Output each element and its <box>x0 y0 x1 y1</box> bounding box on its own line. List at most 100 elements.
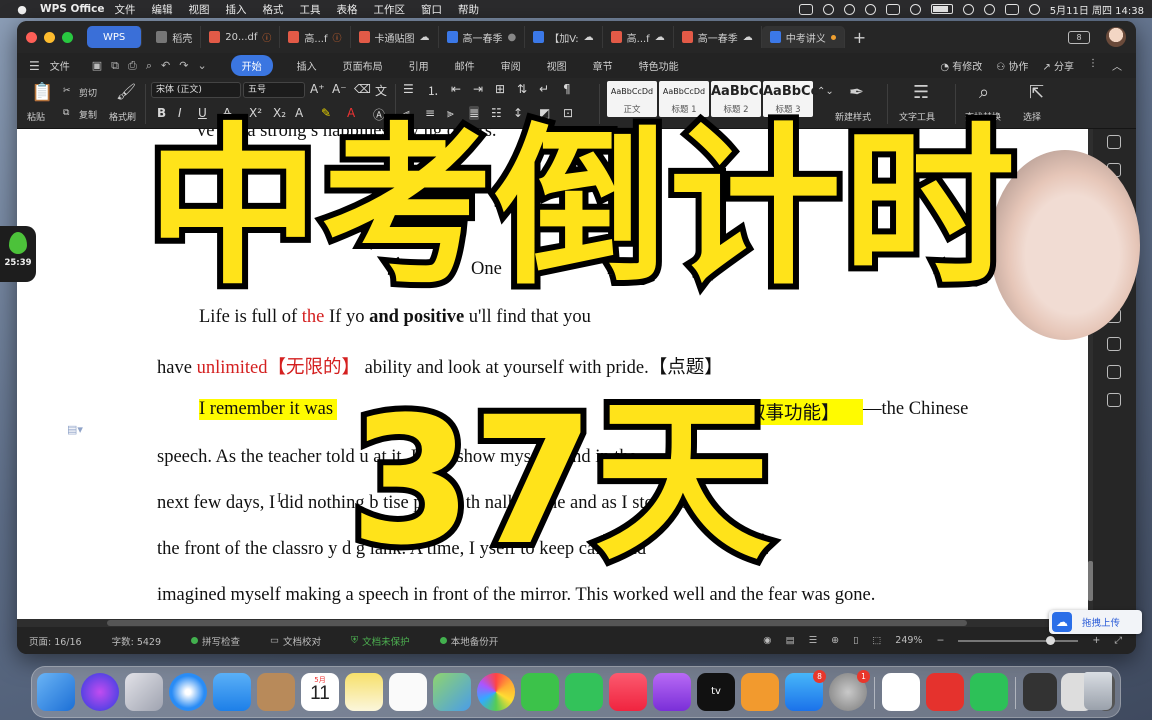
window-count-icon[interactable]: 8 <box>1068 30 1090 44</box>
music-icon[interactable] <box>609 673 647 711</box>
apple-icon[interactable]: ● <box>14 3 30 16</box>
control-center-icon[interactable] <box>1004 3 1019 15</box>
page-counter[interactable]: 页面: 16/16 <box>29 634 82 648</box>
zoom-slider[interactable] <box>958 635 1079 645</box>
recent-window-thumbnail[interactable] <box>1023 673 1057 711</box>
tab-view[interactable]: 视图 <box>547 58 567 73</box>
copy-icon[interactable]: ⧉ <box>63 108 69 118</box>
books-icon[interactable] <box>741 673 779 711</box>
calendar-icon[interactable]: 5月 11 <box>301 673 339 711</box>
collapse-ribbon-icon[interactable]: ︿ <box>1112 58 1122 73</box>
hamburger-menu-icon[interactable]: ☰ <box>29 59 40 73</box>
wechat-icon[interactable] <box>970 673 1008 711</box>
tab-doc-active[interactable]: 中考讲义 <box>761 26 845 48</box>
tab-page-layout[interactable]: 页面布局 <box>343 58 383 73</box>
notes-icon[interactable] <box>345 673 383 711</box>
menu-item-format[interactable]: 格式 <box>262 2 283 17</box>
facetime-icon[interactable] <box>565 673 603 711</box>
menu-item-view[interactable]: 视图 <box>188 2 209 17</box>
tab-wps-home[interactable]: WPS <box>87 26 143 48</box>
wifi-icon[interactable] <box>962 3 974 15</box>
word-count[interactable]: 字数: 5429 <box>112 634 161 648</box>
numbering-icon[interactable]: ⒈ <box>427 82 439 99</box>
siri-icon[interactable] <box>1028 3 1040 15</box>
tab-pdf-4[interactable]: 高...f ☁ <box>603 26 674 48</box>
apple-tv-icon[interactable]: tv <box>697 673 735 711</box>
indent-icon[interactable]: ⇥ <box>473 82 483 96</box>
baidu-netdisk-icon[interactable] <box>882 673 920 711</box>
format-painter-icon[interactable]: 🖌 <box>116 82 136 101</box>
wps-office-icon[interactable] <box>926 673 964 711</box>
print-icon[interactable]: ⎙ <box>128 59 137 73</box>
paste-icon[interactable]: 📋 <box>31 82 53 103</box>
tab-references[interactable]: 引用 <box>409 58 429 73</box>
modified-status-button[interactable]: ◔ 有修改 <box>940 58 982 73</box>
battery-icon[interactable] <box>930 4 953 14</box>
horizontal-scrollbar[interactable] <box>17 619 1093 627</box>
styles-scroll-icon[interactable]: ⌃⌄ <box>817 86 834 97</box>
font-size-select[interactable]: 五号 <box>243 82 305 98</box>
drag-upload-button[interactable]: ☁ 拖拽上传 <box>1049 610 1142 634</box>
close-window-button[interactable] <box>26 31 37 43</box>
avatar[interactable] <box>1106 27 1126 47</box>
zoom-window-button[interactable] <box>62 31 73 43</box>
tab-pdf-3[interactable]: 卡通贴图 ☁ <box>351 26 439 48</box>
maps-icon[interactable] <box>433 673 471 711</box>
menu-item-tools[interactable]: 工具 <box>299 2 320 17</box>
history-icon[interactable] <box>1107 393 1121 407</box>
safari-icon[interactable] <box>169 673 207 711</box>
paragraph-icon[interactable]: ¶ <box>563 82 571 96</box>
export-icon[interactable]: ⧉ <box>111 59 119 73</box>
tab-pdf-1[interactable]: 20...df ⓘ <box>201 26 281 48</box>
new-tab-plus-icon[interactable]: + <box>853 28 866 47</box>
pomodoro-timer-widget[interactable]: 25:39 <box>0 226 36 282</box>
launchpad-icon[interactable] <box>125 673 163 711</box>
redo-icon[interactable]: ↷ <box>179 59 188 73</box>
pinyin-icon[interactable]: 文 <box>375 82 387 99</box>
page-view-icon[interactable]: ▤ <box>786 635 795 646</box>
reminders-icon[interactable] <box>389 673 427 711</box>
new-style-icon[interactable]: ✒ <box>849 82 864 103</box>
finder-icon[interactable] <box>37 673 75 711</box>
collaborate-button[interactable]: ⚇ 协作 <box>996 58 1028 73</box>
cursor-select-icon[interactable]: ⇱ <box>1029 82 1044 103</box>
horizontal-scroll-thumb[interactable] <box>107 620 967 626</box>
paste-label[interactable]: 粘贴 <box>27 110 45 123</box>
panel-toggle-icon[interactable] <box>1107 135 1121 149</box>
sort-icon[interactable]: ⇅ <box>517 82 527 96</box>
tab-chapter[interactable]: 章节 <box>593 58 613 73</box>
paragraph-marker-icon[interactable]: ▤▾ <box>67 423 83 436</box>
proofread-status[interactable]: ▭ 文档校对 <box>270 634 321 648</box>
more-icon[interactable]: ⋮ <box>1088 58 1098 73</box>
bluetooth-icon[interactable] <box>909 3 921 15</box>
zoom-out-icon[interactable]: − <box>936 635 944 646</box>
menu-bar-clock[interactable]: 5月11日 周四 14:38 <box>1050 2 1144 17</box>
menu-item-edit[interactable]: 编辑 <box>151 2 172 17</box>
scissors-icon[interactable]: ✂ <box>63 86 71 96</box>
undo-icon[interactable]: ↶ <box>161 59 170 73</box>
outline-view-icon[interactable]: ☰ <box>809 635 818 646</box>
read-view-icon[interactable]: ▯ <box>853 635 858 646</box>
show-marks-icon[interactable]: ↵ <box>539 82 549 96</box>
chevron-down-icon[interactable]: ⌄ <box>197 59 206 73</box>
fit-page-icon[interactable]: ⬚ <box>872 635 881 646</box>
tab-insert[interactable]: 插入 <box>297 58 317 73</box>
file-menu[interactable]: 文件 <box>50 58 70 73</box>
tab-special-features[interactable]: 特色功能 <box>639 58 679 73</box>
app-name-menu[interactable]: WPS Office <box>40 3 104 15</box>
zoom-slider-knob[interactable] <box>1046 635 1056 645</box>
tab-mail[interactable]: 邮件 <box>455 58 475 73</box>
save-icon[interactable]: ▣ <box>92 59 102 73</box>
spotlight-icon[interactable] <box>983 3 995 15</box>
vpn-icon[interactable] <box>798 3 813 15</box>
tab-start[interactable]: 开始 <box>230 55 273 76</box>
tab-pdf-5[interactable]: 高一春季 ☁ <box>674 26 762 48</box>
tab-review[interactable]: 审阅 <box>501 58 521 73</box>
backup-status[interactable]: 本地备份开 <box>439 634 498 648</box>
app-store-icon[interactable]: 8 <box>785 670 826 711</box>
clear-format-icon[interactable]: ⌫ <box>354 82 371 96</box>
input-method-icon[interactable] <box>885 3 900 15</box>
eye-protection-icon[interactable]: ◉ <box>763 635 771 646</box>
menu-item-window[interactable]: 窗口 <box>421 2 442 17</box>
print-preview-icon[interactable]: ⌕ <box>146 59 152 73</box>
